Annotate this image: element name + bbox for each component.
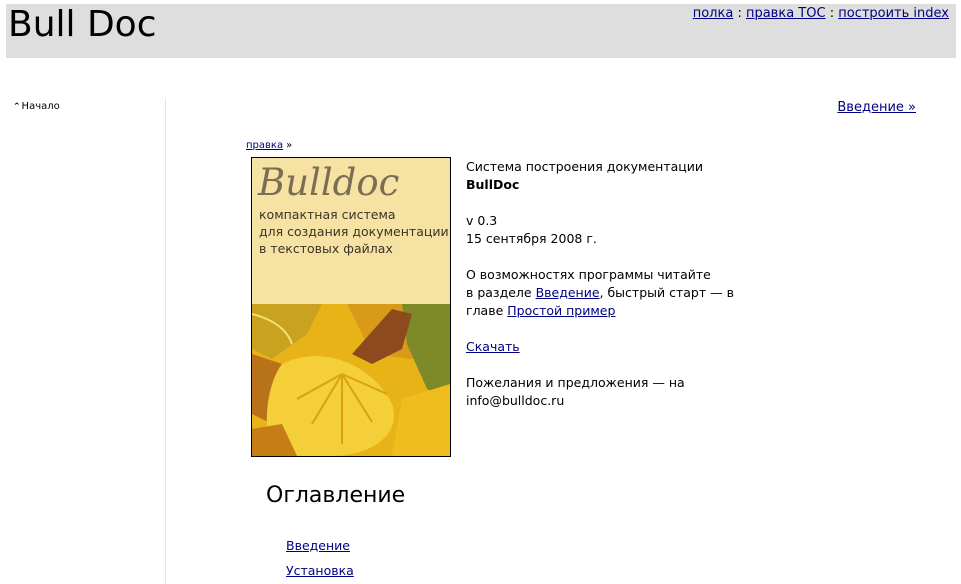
shelf-link[interactable]: полка — [693, 6, 734, 21]
toc-item-intro[interactable]: Введение — [286, 533, 354, 558]
double-chevron-up-icon: ⌃ — [13, 102, 21, 112]
cover-top-panel: Bulldoc компактная система для создания … — [252, 158, 450, 304]
sidebar: ⌃Начало — [0, 98, 166, 584]
cover-title: Bulldoc — [258, 161, 400, 204]
breadcrumb: правка» — [246, 139, 292, 152]
top-links: полка : правка TOC : построить index — [693, 6, 949, 22]
info-description: Система построения документации — [466, 159, 704, 174]
separator: : — [829, 6, 835, 21]
about-text-line: главе Простой пример — [466, 303, 616, 318]
contact-email: info@bulldoc.ru — [466, 393, 565, 408]
breadcrumb-edit-link[interactable]: правка — [246, 140, 283, 151]
about-text-line: в разделе Введение, быстрый старт — в — [466, 285, 734, 300]
cover-subtitle: компактная система для создания документ… — [259, 206, 449, 257]
cover-subtitle-line: компактная система — [259, 207, 396, 222]
autumn-leaves-illustration — [252, 304, 450, 456]
home-link[interactable]: ⌃Начало — [13, 100, 60, 114]
toc-heading: Оглавление — [266, 483, 406, 508]
next-page-link[interactable]: Введение » — [837, 100, 916, 116]
build-index-link[interactable]: построить index — [838, 6, 949, 21]
cover-subtitle-line: в текстовых файлах — [259, 241, 393, 256]
book-cover-image: Bulldoc компактная система для создания … — [251, 157, 451, 457]
site-title: Bull Doc — [8, 4, 157, 45]
header-bar: Bull Doc полка : правка TOC : построить … — [6, 4, 956, 58]
intro-link[interactable]: Введение — [536, 285, 600, 300]
feedback-text: Пожелания и предложения — на — [466, 375, 685, 390]
cover-subtitle-line: для создания документации — [259, 224, 449, 239]
download-link[interactable]: Скачать — [466, 339, 520, 354]
breadcrumb-arrow: » — [286, 140, 293, 151]
home-label: Начало — [21, 101, 60, 112]
separator: : — [737, 6, 742, 21]
toc-item-install[interactable]: Установка — [286, 558, 354, 583]
version-text: v 0.3 — [466, 213, 498, 228]
info-panel: Система построения документации BullDoc … — [466, 158, 746, 410]
simple-example-link[interactable]: Простой пример — [507, 303, 615, 318]
about-text-line: О возможностях программы читайте — [466, 267, 711, 282]
product-name: BullDoc — [466, 177, 520, 192]
toc-list: Введение Установка — [286, 533, 354, 583]
release-date: 15 сентября 2008 г. — [466, 231, 597, 246]
edit-toc-link[interactable]: правка TOC — [746, 6, 826, 21]
